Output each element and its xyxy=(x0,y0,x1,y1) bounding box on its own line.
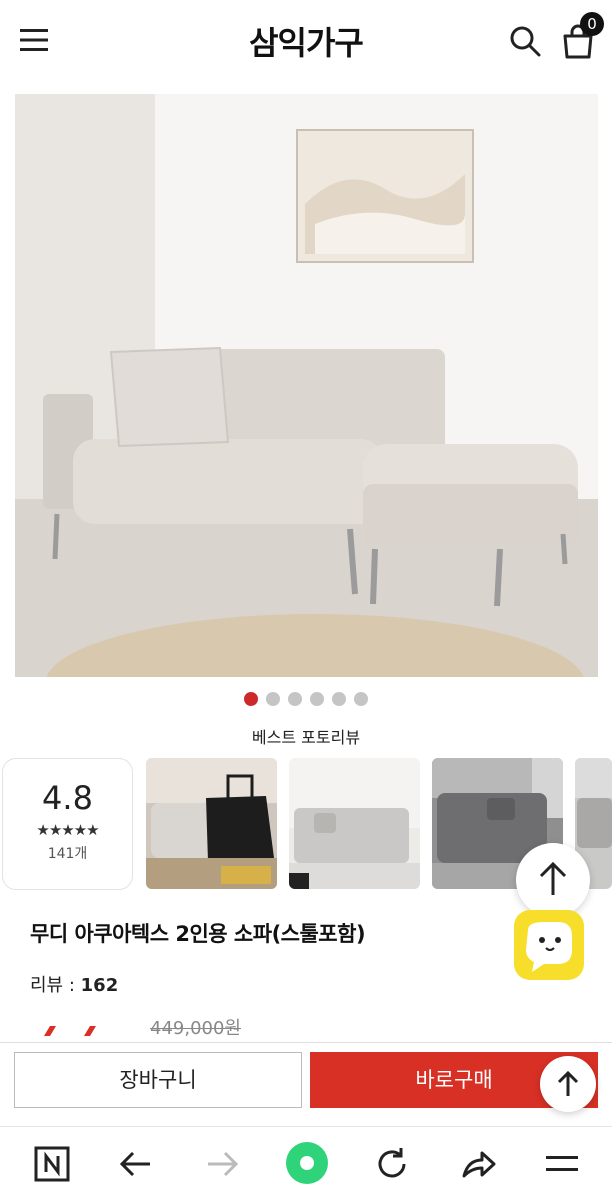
naver-n-icon[interactable] xyxy=(32,1144,72,1184)
rating-summary-card[interactable]: 4.8 ★★★★★ 141개 xyxy=(2,758,133,890)
review-label: 리뷰 : xyxy=(30,975,81,996)
gallery-dot[interactable] xyxy=(310,692,324,706)
rating-score: 4.8 xyxy=(42,779,93,817)
gallery-dots xyxy=(0,692,612,706)
product-main-image[interactable] xyxy=(15,94,598,677)
share-icon[interactable] xyxy=(458,1144,498,1184)
gallery-dot[interactable] xyxy=(354,692,368,706)
review-photo-thumbnail[interactable] xyxy=(146,758,277,889)
gallery-dot[interactable] xyxy=(244,692,258,706)
product-title: 무디 아쿠아텍스 2인용 소파(스툴포함) xyxy=(30,922,366,946)
gallery-dot[interactable] xyxy=(332,692,346,706)
review-count-line[interactable]: 리뷰 : 162 xyxy=(30,971,118,997)
back-arrow-icon[interactable] xyxy=(116,1144,156,1184)
arrow-up-icon xyxy=(539,861,567,895)
sofa-photo xyxy=(15,94,598,677)
site-header: 삼익가구 0 xyxy=(0,0,612,82)
rating-stars: ★★★★★ xyxy=(36,821,99,839)
original-price: 449,000원 xyxy=(150,1018,241,1039)
gallery-dot[interactable] xyxy=(266,692,280,706)
chat-icon xyxy=(526,922,572,972)
cart-count-badge: 0 xyxy=(580,12,604,36)
scroll-top-button[interactable] xyxy=(540,1056,596,1112)
add-to-cart-button[interactable]: 장바구니 xyxy=(14,1052,302,1108)
search-icon[interactable] xyxy=(508,24,542,58)
arrow-up-icon xyxy=(557,1070,579,1096)
scroll-top-button[interactable] xyxy=(516,843,590,917)
review-photo xyxy=(146,758,277,889)
review-count: 162 xyxy=(80,975,119,996)
discount-mark xyxy=(44,1026,96,1036)
refresh-icon[interactable] xyxy=(372,1144,412,1184)
gallery-dot[interactable] xyxy=(288,692,302,706)
rating-count: 141개 xyxy=(47,846,88,862)
best-photo-review-title: 베스트 포토리뷰 xyxy=(251,728,361,747)
review-photo-thumbnail[interactable] xyxy=(289,758,420,889)
review-photo xyxy=(289,758,420,889)
chat-button[interactable] xyxy=(514,910,584,980)
forward-arrow-icon[interactable] xyxy=(202,1144,242,1184)
home-green-icon[interactable] xyxy=(284,1140,330,1186)
hamburger-icon[interactable] xyxy=(542,1144,582,1184)
